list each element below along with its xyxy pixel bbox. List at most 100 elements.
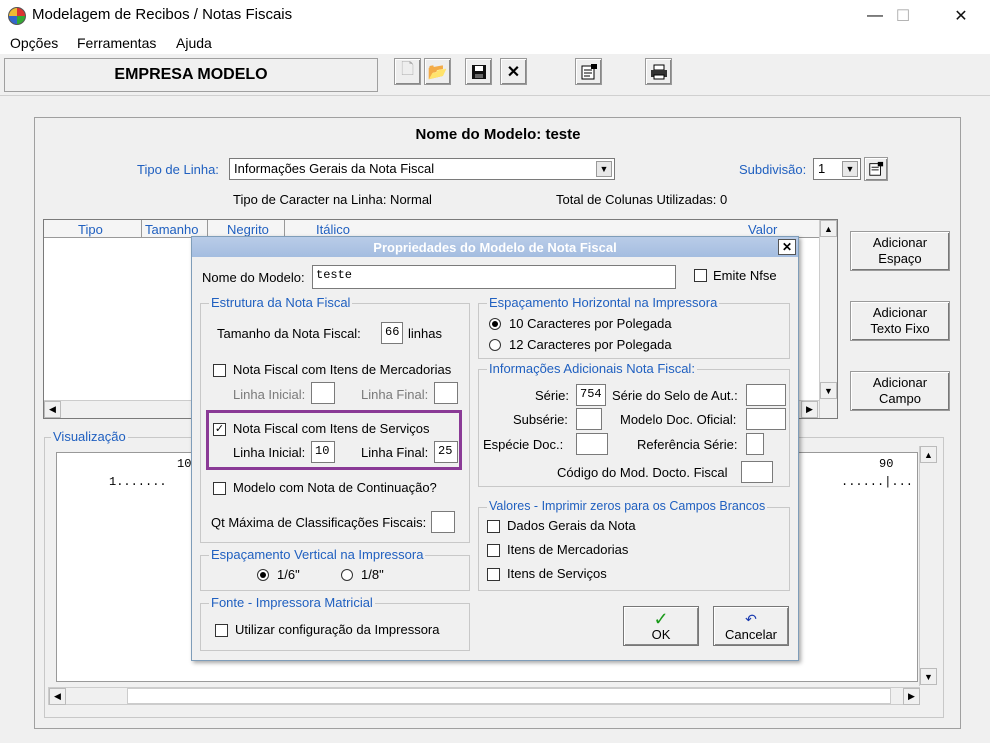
additional-legend: Informações Adicionais Nota Fiscal: xyxy=(487,361,697,376)
app-icon xyxy=(8,7,26,25)
maximize-button[interactable]: ☐ xyxy=(880,0,926,32)
use-printer-config-checkbox[interactable] xyxy=(215,624,228,637)
grid-col-tamanho[interactable]: Tamanho xyxy=(145,222,198,237)
line-type-select[interactable]: Informações Gerais da Nota Fiscal ▼ xyxy=(229,158,615,180)
vertical-opt2-label: 1/8" xyxy=(361,567,384,582)
viz-vertical-scrollbar[interactable]: ▲ ▼ xyxy=(919,446,937,686)
merc-checkbox[interactable] xyxy=(213,364,226,377)
grid-col-italico[interactable]: Itálico xyxy=(316,222,350,237)
emite-nfse-label: Emite Nfse xyxy=(713,268,777,283)
properties-dialog: Propriedades do Modelo de Nota Fiscal ✕ … xyxy=(191,236,799,661)
estrutura-legend: Estrutura da Nota Fiscal xyxy=(209,295,353,310)
menu-opcoes[interactable]: Opções xyxy=(10,35,58,51)
close-button[interactable]: ✕ xyxy=(938,0,984,32)
chevron-down-icon[interactable]: ▼ xyxy=(596,161,612,177)
grid-vertical-scrollbar[interactable]: ▲ ▼ xyxy=(819,220,837,418)
vertical-radio-1[interactable] xyxy=(257,569,269,581)
undo-icon: ↶ xyxy=(745,610,757,627)
serie-label: Série: xyxy=(535,388,569,403)
delete-icon[interactable]: ✕ xyxy=(500,58,527,85)
add-space-button[interactable]: Adicionar Espaço xyxy=(850,231,950,271)
grid-col-valor[interactable]: Valor xyxy=(748,222,777,237)
subdivision-label: Subdivisão: xyxy=(739,162,807,177)
scroll-thumb[interactable] xyxy=(127,688,891,704)
size-label: Tamanho da Nota Fiscal: xyxy=(217,326,361,341)
highlight-box xyxy=(206,410,462,470)
dialog-title: Propriedades do Modelo de Nota Fiscal xyxy=(192,237,798,257)
vertical-legend: Espaçamento Vertical na Impressora xyxy=(209,547,426,562)
new-file-icon[interactable]: 🗋 xyxy=(394,58,421,85)
subdivision-properties-icon[interactable] xyxy=(864,157,888,181)
menu-ferramentas[interactable]: Ferramentas xyxy=(77,35,156,51)
ruler-top-left: 10 xyxy=(177,457,192,471)
subdivision-select[interactable]: 1 ▼ xyxy=(813,158,861,180)
model-name-input[interactable]: teste xyxy=(312,265,676,289)
zeros-legend: Valores - Imprimir zeros para os Campos … xyxy=(487,499,768,513)
use-printer-config-label: Utilizar configuração da Impressora xyxy=(235,622,440,637)
chevron-down-icon[interactable]: ▼ xyxy=(842,161,858,177)
vertical-radio-2[interactable] xyxy=(341,569,353,581)
horizontal-opt2-label: 12 Caracteres por Polegada xyxy=(509,337,672,352)
selo-label: Série do Selo de Aut.: xyxy=(612,388,738,403)
zeros-serv-label: Itens de Serviços xyxy=(507,566,607,581)
zeros-general-label: Dados Gerais da Nota xyxy=(507,518,636,533)
cancel-label: Cancelar xyxy=(724,626,778,642)
serie-input[interactable]: 754 xyxy=(576,384,606,406)
scroll-left-icon[interactable]: ◀ xyxy=(44,401,61,418)
ref-serie-input[interactable] xyxy=(746,433,764,455)
char-type-label: Tipo de Caracter na Linha: Normal xyxy=(233,192,432,207)
grid-col-tipo[interactable]: Tipo xyxy=(78,222,103,237)
merc-initial-input[interactable] xyxy=(311,382,335,404)
open-folder-icon[interactable]: 📂 xyxy=(424,58,451,85)
merc-label: Nota Fiscal com Itens de Mercadorias xyxy=(233,362,452,377)
scroll-right-icon[interactable]: ▶ xyxy=(801,401,818,418)
horizontal-radio-1[interactable] xyxy=(489,318,501,330)
continuation-checkbox[interactable] xyxy=(213,482,226,495)
scroll-down-icon[interactable]: ▼ xyxy=(920,668,937,685)
merc-final-input[interactable] xyxy=(434,382,458,404)
selo-input[interactable] xyxy=(746,384,786,406)
ruler-bottom-left: 1....... xyxy=(109,475,167,489)
subserie-input[interactable] xyxy=(576,408,602,430)
company-name: EMPRESA MODELO xyxy=(4,58,378,92)
emite-nfse-checkbox[interactable] xyxy=(694,269,707,282)
viz-horizontal-scrollbar[interactable]: ◀ ▶ xyxy=(48,687,920,705)
window-titlebar: Modelagem de Recibos / Notas Fiscais — ☐… xyxy=(0,0,990,32)
zeros-general-checkbox[interactable] xyxy=(487,520,500,533)
dialog-close-icon[interactable]: ✕ xyxy=(778,239,796,255)
codigo-input[interactable] xyxy=(741,461,773,483)
especie-input[interactable] xyxy=(576,433,608,455)
total-columns-label: Total de Colunas Utilizadas: 0 xyxy=(556,192,728,207)
menu-ajuda[interactable]: Ajuda xyxy=(176,35,212,51)
line-type-label: Tipo de Linha: xyxy=(137,162,219,177)
add-fixed-text-button[interactable]: Adicionar Texto Fixo xyxy=(850,301,950,341)
merc-final-label: Linha Final: xyxy=(361,387,429,402)
add-field-button[interactable]: Adicionar Campo xyxy=(850,371,950,411)
save-icon[interactable] xyxy=(465,58,492,85)
size-input[interactable]: 66 xyxy=(381,322,403,344)
ok-button[interactable]: ✓ OK xyxy=(623,606,699,646)
horizontal-radio-2[interactable] xyxy=(489,339,501,351)
visualization-legend: Visualização xyxy=(51,429,128,444)
dialog-model-name-label: Nome do Modelo: xyxy=(202,270,305,285)
vertical-spacing-group: Espaçamento Vertical na Impressora 1/6" … xyxy=(200,547,470,591)
especie-label: Espécie Doc.: xyxy=(483,437,564,452)
ref-serie-label: Referência Série: xyxy=(637,437,738,452)
properties-icon[interactable] xyxy=(575,58,602,85)
grid-col-negrito[interactable]: Negrito xyxy=(227,222,269,237)
cancel-button[interactable]: ↶ Cancelar xyxy=(713,606,789,646)
zeros-serv-checkbox[interactable] xyxy=(487,568,500,581)
fonte-group: Fonte - Impressora Matricial Utilizar co… xyxy=(200,595,470,651)
scroll-right-icon[interactable]: ▶ xyxy=(903,688,920,705)
scroll-up-icon[interactable]: ▲ xyxy=(820,220,837,237)
scroll-up-icon[interactable]: ▲ xyxy=(920,446,937,463)
zeros-merc-checkbox[interactable] xyxy=(487,544,500,557)
max-class-input[interactable] xyxy=(431,511,455,533)
scroll-down-icon[interactable]: ▼ xyxy=(820,382,837,399)
ruler-bottom-right: ......|... xyxy=(841,475,914,489)
modelo-doc-input[interactable] xyxy=(746,408,786,430)
scroll-left-icon[interactable]: ◀ xyxy=(49,688,66,705)
printer-icon[interactable] xyxy=(645,58,672,85)
vertical-opt1-label: 1/6" xyxy=(277,567,300,582)
horizontal-spacing-group: Espaçamento Horizontal na Impressora 10 … xyxy=(478,295,790,359)
